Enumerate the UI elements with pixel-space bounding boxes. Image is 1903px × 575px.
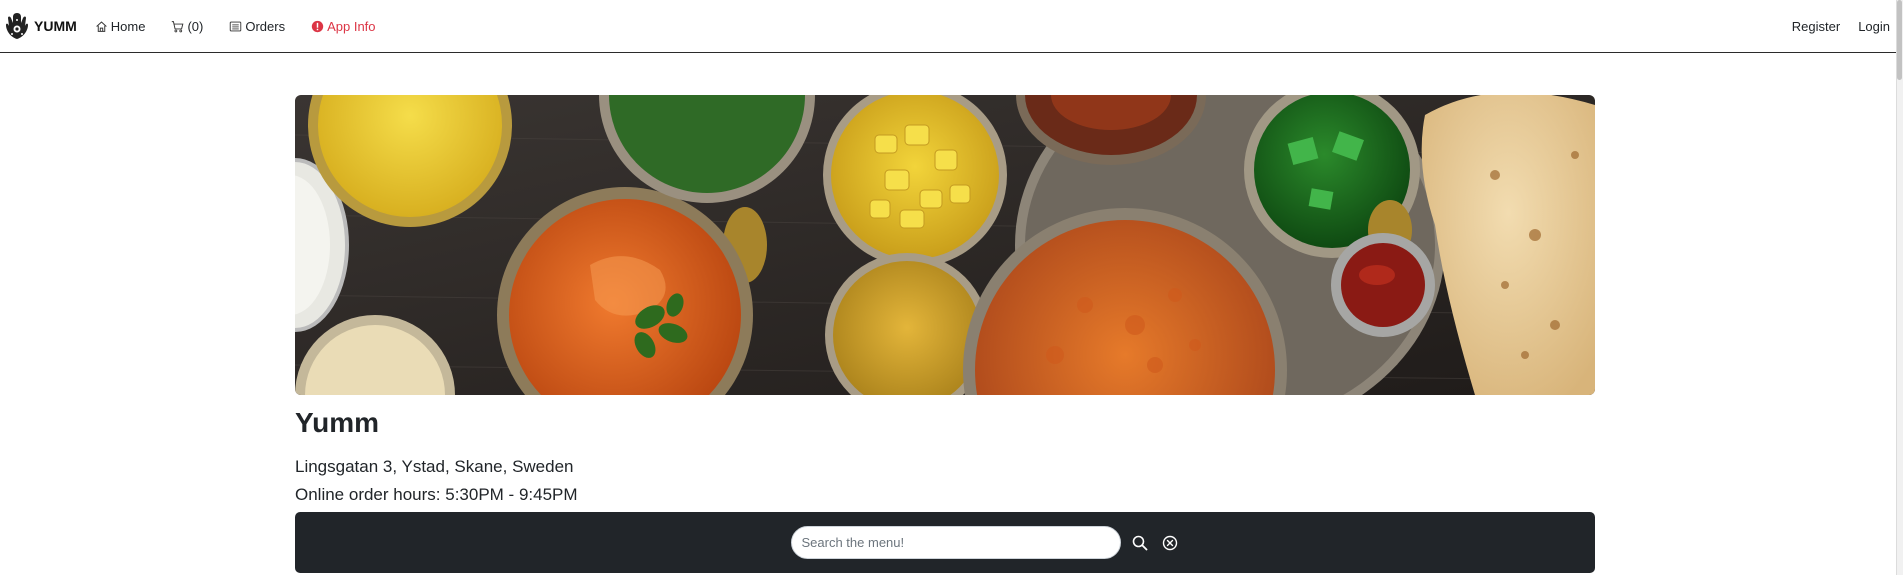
nav-home-label: Home bbox=[110, 18, 146, 34]
house-icon bbox=[96, 20, 107, 32]
hero-food-image bbox=[295, 95, 1595, 395]
menu-search-bar bbox=[295, 512, 1595, 573]
hamsa-logo-icon bbox=[6, 13, 28, 39]
brand-name: YUMM bbox=[34, 18, 77, 34]
nav-auth-links: Register Login bbox=[1774, 19, 1890, 34]
clear-search-button[interactable] bbox=[1159, 532, 1181, 554]
nav-orders-label: Orders bbox=[245, 18, 286, 34]
order-hours: Online order hours: 5:30PM - 9:45PM bbox=[295, 485, 578, 504]
scrollbar-thumb[interactable] bbox=[1897, 0, 1902, 80]
menu-search-input[interactable] bbox=[790, 526, 1121, 559]
search-icon bbox=[1132, 535, 1147, 550]
list-icon bbox=[230, 21, 242, 31]
main-content: Yumm Lingsgatan 3, Ystad, Skane, Sweden … bbox=[295, 95, 1595, 573]
nav-orders-link[interactable]: Orders bbox=[229, 19, 285, 34]
nav-links: Home (0) Orders App Info bbox=[95, 19, 402, 34]
cart-icon bbox=[172, 20, 184, 32]
search-button[interactable] bbox=[1129, 532, 1151, 554]
restaurant-name: Yumm bbox=[295, 407, 380, 438]
nav-app-info-link[interactable]: App Info bbox=[311, 18, 376, 34]
info-icon bbox=[311, 20, 324, 32]
clear-circle-icon bbox=[1162, 535, 1177, 550]
cart-count-label: (0) bbox=[187, 18, 204, 34]
login-link[interactable]: Login bbox=[1858, 19, 1890, 34]
top-navbar: YUMM Home (0) Orders App Info Register L… bbox=[0, 0, 1896, 53]
nav-home-link[interactable]: Home bbox=[95, 18, 146, 34]
nav-app-info-label: App Info bbox=[327, 18, 376, 34]
page-scrollbar[interactable] bbox=[1896, 0, 1903, 575]
brand-logo-link[interactable]: YUMM bbox=[4, 12, 77, 40]
nav-cart-link[interactable]: (0) bbox=[171, 19, 203, 34]
restaurant-address: Lingsgatan 3, Ystad, Skane, Sweden bbox=[295, 457, 574, 476]
register-link[interactable]: Register bbox=[1792, 19, 1840, 34]
